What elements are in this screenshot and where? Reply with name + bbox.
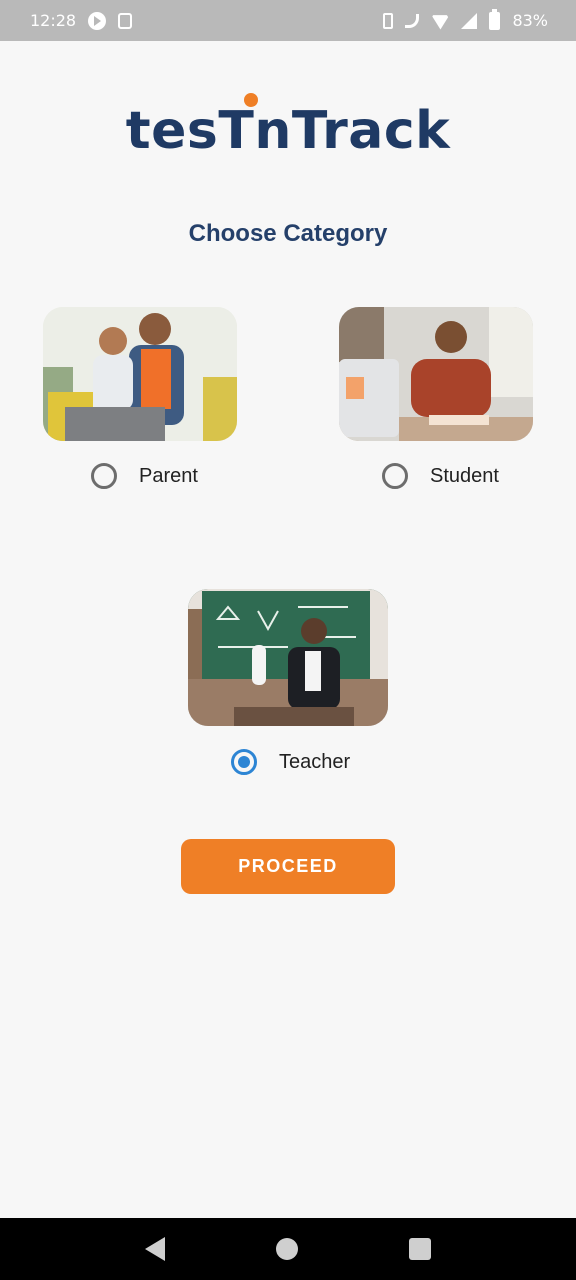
teacher-option[interactable]: Teacher [231, 749, 350, 775]
data-icon [118, 12, 133, 29]
home-icon[interactable] [275, 1238, 298, 1260]
parent-radio[interactable] [91, 463, 117, 489]
app-logo: tesTnTrack [0, 93, 576, 166]
student-option[interactable]: Student [382, 463, 499, 489]
battery-percentage: 83% [512, 11, 548, 30]
proceed-button[interactable]: PROCEED [181, 839, 395, 894]
vibrate-icon [383, 12, 394, 29]
status-bar: 12:28 83% [0, 0, 576, 41]
student-image[interactable] [339, 307, 533, 441]
battery-icon [489, 8, 501, 30]
parent-label: Parent [139, 464, 198, 487]
teacher-radio[interactable] [231, 749, 257, 775]
status-time: 12:28 [30, 11, 77, 30]
teacher-photo [188, 589, 388, 726]
logo-text: tesTnTrack [125, 93, 451, 161]
student-label: Student [430, 464, 499, 487]
logo-dot [243, 93, 258, 107]
play-icon [88, 11, 107, 30]
parent-photo [43, 307, 237, 441]
parent-option[interactable]: Parent [91, 463, 198, 489]
parent-image[interactable] [43, 307, 237, 441]
wifi-icon [431, 15, 450, 30]
signal-icon [461, 12, 478, 29]
wifi-call-icon [405, 13, 420, 28]
recent-apps-icon[interactable] [408, 1238, 431, 1260]
navigation-bar [0, 1218, 576, 1280]
back-icon[interactable] [145, 1237, 166, 1261]
logo-wordmark: tesTnTrack [125, 101, 451, 161]
student-radio[interactable] [382, 463, 408, 489]
page-title: Choose Category [188, 220, 388, 247]
teacher-image[interactable] [188, 589, 388, 726]
student-photo [339, 307, 533, 441]
teacher-label: Teacher [279, 750, 351, 773]
